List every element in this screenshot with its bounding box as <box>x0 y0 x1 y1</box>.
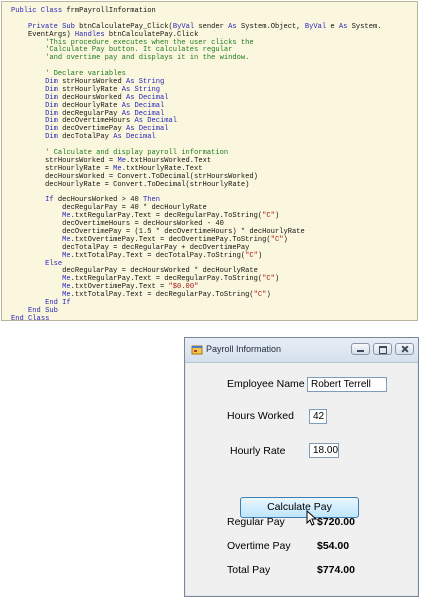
window-body: Employee Name Robert Terrell Hours Worke… <box>185 363 418 596</box>
code-line: Public Class frmPayrollInformation <box>11 7 156 15</box>
form-icon <box>191 345 203 355</box>
hours-worked-label: Hours Worked <box>227 410 294 422</box>
code-listing: Public Class frmPayrollInformation Priva… <box>11 7 381 324</box>
regular-pay-label: Regular Pay <box>227 516 285 528</box>
hours-worked-field[interactable]: 42 <box>309 409 327 424</box>
calculate-pay-button[interactable]: Calculate Pay <box>240 497 359 518</box>
window-title: Payroll Information <box>206 344 282 354</box>
code-listing-panel: Public Class frmPayrollInformation Priva… <box>1 1 418 324</box>
code-line: Dim decTotalPay As Decimal <box>45 133 156 142</box>
code-line: Me.txtTotalPay.Text = decTotalPay.ToStri… <box>62 251 263 260</box>
payroll-window: Payroll Information Employee Name Robert… <box>184 337 419 597</box>
total-pay-value: $774.00 <box>317 564 355 576</box>
code-line: End If <box>45 298 71 307</box>
maximize-button[interactable] <box>373 343 392 355</box>
code-line: 'and overtime pay and displays it in the… <box>45 54 250 63</box>
code-line: decHourlyRate = Convert.ToDecimal(strHou… <box>11 180 250 189</box>
overtime-pay-label: Overtime Pay <box>227 540 291 552</box>
total-pay-label: Total Pay <box>227 564 271 576</box>
minimize-button[interactable] <box>351 343 370 355</box>
code-line: End Class <box>11 314 50 323</box>
code-line: End Sub <box>28 306 58 315</box>
employee-name-label: Employee Name <box>227 378 305 390</box>
hourly-rate-label: Hourly Rate <box>230 445 286 457</box>
hourly-rate-field[interactable]: 18.00 <box>309 443 339 458</box>
overtime-pay-value: $54.00 <box>317 540 350 552</box>
close-button[interactable] <box>395 343 414 355</box>
title-bar[interactable]: Payroll Information <box>185 338 418 363</box>
regular-pay-value: $720.00 <box>317 516 355 528</box>
employee-name-field[interactable]: Robert Terrell <box>307 377 387 392</box>
